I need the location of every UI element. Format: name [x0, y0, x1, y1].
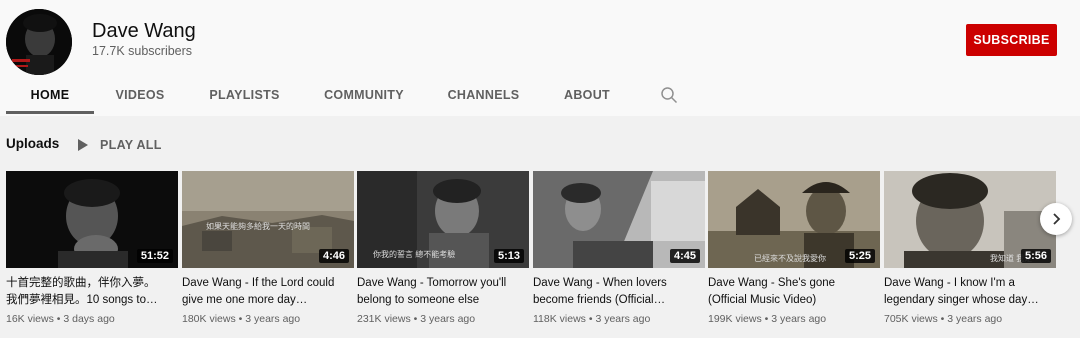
video-card[interactable]: 已經來不及說我愛你 5:25 Dave Wang - She's gone (O… [708, 171, 880, 325]
play-all-button[interactable]: PLAY ALL [78, 136, 162, 154]
video-card[interactable]: 你我的誓言 總不能考驗 5:13 Dave Wang - Tomorrow yo… [357, 171, 529, 325]
video-card[interactable]: 51:52 十首完整的歌曲，伴你入夢。 我們夢裡相見。10 songs to… … [6, 171, 178, 325]
tab-videos[interactable]: VIDEOS [100, 76, 180, 116]
view-count: 118K views [533, 313, 586, 325]
video-duration: 51:52 [136, 249, 173, 263]
video-title-line: 十首完整的歌曲，伴你入夢。 [6, 277, 156, 289]
video-meta: 199K views • 3 years ago [708, 313, 880, 325]
shelf-next-button[interactable] [1040, 203, 1072, 235]
video-duration: 4:45 [669, 249, 700, 263]
tab-community[interactable]: COMMUNITY [310, 76, 418, 116]
video-title-line: belong to someone else [357, 294, 480, 306]
video-card[interactable]: 我知道 我是 5:56 Dave Wang - I know I'm a leg… [884, 171, 1056, 325]
view-count: 199K views [708, 313, 762, 325]
video-meta: 118K views • 3 years ago [533, 313, 705, 325]
thumbnail-caption: 已經來不及說我愛你 [754, 254, 826, 263]
video-title[interactable]: Dave Wang - If the Lord could give me on… [182, 275, 354, 309]
video-duration: 4:46 [318, 249, 349, 263]
video-meta: 705K views • 3 years ago [884, 313, 1056, 325]
thumbnail-caption: 你我的誓言 總不能考驗 [373, 250, 456, 259]
meta-separator: • [585, 313, 596, 325]
video-title-line: (Official Music Video) [708, 294, 817, 306]
video-meta: 180K views • 3 years ago [182, 313, 354, 325]
video-title[interactable]: 十首完整的歌曲，伴你入夢。 我們夢裡相見。10 songs to… [6, 275, 178, 309]
play-icon [78, 139, 88, 151]
tab-about[interactable]: ABOUT [552, 76, 622, 116]
meta-separator: • [761, 313, 772, 325]
active-tab-indicator [6, 111, 94, 114]
upload-age: 3 years ago [771, 313, 827, 325]
channel-tabs: HOME VIDEOS PLAYLISTS COMMUNITY CHANNELS… [0, 76, 1080, 116]
tab-channels[interactable]: CHANNELS [436, 76, 531, 116]
shelf-title[interactable]: Uploads [6, 136, 59, 151]
video-title-line: Dave Wang - Tomorrow you'll [357, 277, 507, 289]
video-title[interactable]: Dave Wang - When lovers become friends (… [533, 275, 705, 309]
video-title[interactable]: Dave Wang - I know I'm a legendary singe… [884, 275, 1056, 309]
upload-age: 3 years ago [420, 313, 476, 325]
video-duration: 5:25 [844, 249, 875, 263]
meta-separator: • [235, 313, 246, 325]
channel-name: Dave Wang [92, 20, 196, 42]
chevron-right-icon [1053, 213, 1061, 225]
view-count: 231K views [357, 313, 411, 325]
video-title-line: 我們夢裡相見。10 songs to… [6, 294, 158, 306]
channel-avatar[interactable] [6, 9, 72, 75]
thumbnail-caption: 如果天能夠多給我一天的時間 [206, 222, 310, 231]
view-count: 16K views [6, 313, 54, 325]
video-thumbnail[interactable]: 我知道 我是 5:56 [884, 171, 1056, 268]
subscribe-button[interactable]: SUBSCRIBE [966, 24, 1057, 56]
meta-separator: • [937, 313, 948, 325]
meta-separator: • [53, 313, 64, 325]
video-thumbnail[interactable]: 如果天能夠多給我一天的時間 4:46 [182, 171, 354, 268]
video-meta: 231K views • 3 years ago [357, 313, 529, 325]
upload-age: 3 days ago [63, 313, 115, 325]
video-title-line: Dave Wang - When lovers [533, 277, 667, 289]
video-title-line: become friends (Official… [533, 294, 666, 306]
video-thumbnail[interactable]: 4:45 [533, 171, 705, 268]
video-card[interactable]: 如果天能夠多給我一天的時間 4:46 Dave Wang - If the Lo… [182, 171, 354, 325]
video-thumbnail[interactable]: 你我的誓言 總不能考驗 5:13 [357, 171, 529, 268]
upload-age: 3 years ago [245, 313, 301, 325]
subscriber-count: 17.7K subscribers [92, 44, 193, 58]
video-thumbnail[interactable]: 已經來不及說我愛你 5:25 [708, 171, 880, 268]
video-title-line: Dave Wang - If the Lord could [182, 277, 335, 289]
video-title-line: legendary singer whose day… [884, 294, 1039, 306]
tab-home[interactable]: HOME [6, 76, 94, 116]
video-title-line: give me one more day… [182, 294, 308, 306]
upload-age: 3 years ago [947, 313, 1003, 325]
video-title-line: Dave Wang - I know I'm a [884, 277, 1015, 289]
tab-playlists[interactable]: PLAYLISTS [196, 76, 293, 116]
video-card[interactable]: 4:45 Dave Wang - When lovers become frie… [533, 171, 705, 325]
video-title[interactable]: Dave Wang - She's gone (Official Music V… [708, 275, 880, 309]
video-title[interactable]: Dave Wang - Tomorrow you'll belong to so… [357, 275, 529, 309]
view-count: 705K views [884, 313, 938, 325]
uploads-shelf: Uploads PLAY ALL 51:52 十首完整的歌曲，伴你入夢。 我們夢… [0, 116, 1080, 338]
video-duration: 5:56 [1020, 249, 1051, 263]
video-title-line: Dave Wang - She's gone [708, 277, 836, 289]
video-meta: 16K views • 3 days ago [6, 313, 178, 325]
upload-age: 3 years ago [595, 313, 651, 325]
view-count: 180K views [182, 313, 236, 325]
video-thumbnail[interactable]: 51:52 [6, 171, 178, 268]
play-all-label: PLAY ALL [100, 138, 162, 152]
channel-header: Dave Wang 17.7K subscribers SUBSCRIBE HO… [0, 0, 1080, 116]
search-icon[interactable] [660, 86, 678, 104]
meta-separator: • [410, 313, 421, 325]
video-duration: 5:13 [493, 249, 524, 263]
